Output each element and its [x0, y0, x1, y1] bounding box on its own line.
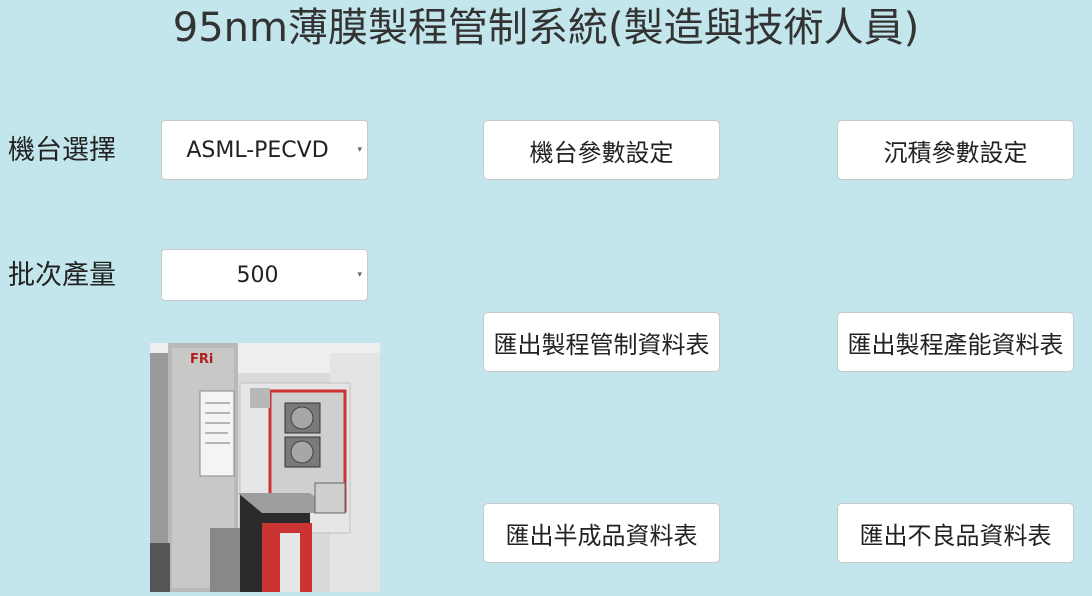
export-defective-button[interactable]: 匯出不良品資料表 — [837, 503, 1074, 563]
machine-params-button[interactable]: 機台參數設定 — [483, 120, 720, 180]
deposition-params-button[interactable]: 沉積參數設定 — [837, 120, 1074, 180]
machine-select-value: ASML-PECVD — [186, 137, 329, 163]
machine-select-label: 機台選擇 — [8, 135, 116, 166]
export-semi-finished-button[interactable]: 匯出半成品資料表 — [483, 503, 720, 563]
page-title: 95nm薄膜製程管制系統(製造與技術人員) — [172, 5, 920, 51]
chevron-down-icon: ▾ — [357, 145, 362, 155]
export-process-control-button[interactable]: 匯出製程管制資料表 — [483, 312, 720, 372]
photo-brand-mark: FRi — [190, 352, 213, 367]
export-capacity-button[interactable]: 匯出製程產能資料表 — [837, 312, 1074, 372]
chevron-down-icon: ▾ — [357, 270, 362, 280]
equipment-photo: FRi — [150, 343, 380, 592]
machine-select[interactable]: ASML-PECVD ▾ — [161, 120, 368, 180]
batch-select-label: 批次產量 — [8, 260, 116, 291]
batch-select-value: 500 — [236, 262, 279, 288]
batch-select[interactable]: 500 ▾ — [161, 249, 368, 301]
